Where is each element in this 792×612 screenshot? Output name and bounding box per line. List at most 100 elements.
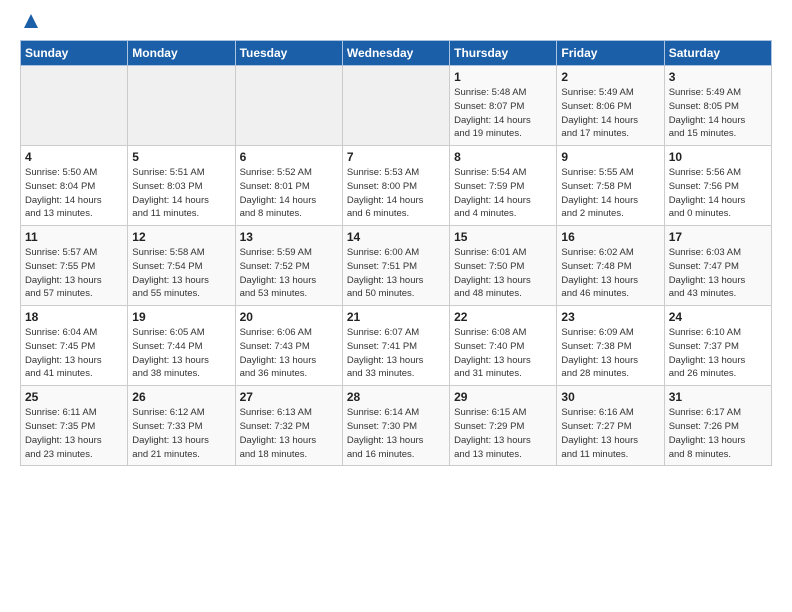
day-info: Sunrise: 6:01 AM Sunset: 7:50 PM Dayligh… bbox=[454, 246, 552, 301]
day-info: Sunrise: 5:58 AM Sunset: 7:54 PM Dayligh… bbox=[132, 246, 230, 301]
day-number: 15 bbox=[454, 230, 552, 244]
day-number: 27 bbox=[240, 390, 338, 404]
calendar-table: SundayMondayTuesdayWednesdayThursdayFrid… bbox=[20, 40, 772, 466]
calendar-cell bbox=[128, 66, 235, 146]
day-info: Sunrise: 6:17 AM Sunset: 7:26 PM Dayligh… bbox=[669, 406, 767, 461]
day-info: Sunrise: 5:53 AM Sunset: 8:00 PM Dayligh… bbox=[347, 166, 445, 221]
calendar-week-row: 11 Sunrise: 5:57 AM Sunset: 7:55 PM Dayli… bbox=[21, 226, 772, 306]
day-info: Sunrise: 6:13 AM Sunset: 7:32 PM Dayligh… bbox=[240, 406, 338, 461]
day-info: Sunrise: 6:05 AM Sunset: 7:44 PM Dayligh… bbox=[132, 326, 230, 381]
day-info: Sunrise: 6:14 AM Sunset: 7:30 PM Dayligh… bbox=[347, 406, 445, 461]
weekday-header: Thursday bbox=[450, 41, 557, 66]
day-info: Sunrise: 6:03 AM Sunset: 7:47 PM Dayligh… bbox=[669, 246, 767, 301]
calendar-header: SundayMondayTuesdayWednesdayThursdayFrid… bbox=[21, 41, 772, 66]
day-number: 1 bbox=[454, 70, 552, 84]
calendar-week-row: 18 Sunrise: 6:04 AM Sunset: 7:45 PM Dayli… bbox=[21, 306, 772, 386]
day-info: Sunrise: 6:07 AM Sunset: 7:41 PM Dayligh… bbox=[347, 326, 445, 381]
day-info: Sunrise: 5:56 AM Sunset: 7:56 PM Dayligh… bbox=[669, 166, 767, 221]
calendar-cell: 25 Sunrise: 6:11 AM Sunset: 7:35 PM Dayli… bbox=[21, 386, 128, 466]
calendar-cell: 16Sunrise: 6:02 AM Sunset: 7:48 PM Dayli… bbox=[557, 226, 664, 306]
calendar-cell: 12 Sunrise: 5:58 AM Sunset: 7:54 PM Dayli… bbox=[128, 226, 235, 306]
day-number: 21 bbox=[347, 310, 445, 324]
day-number: 14 bbox=[347, 230, 445, 244]
day-info: Sunrise: 6:15 AM Sunset: 7:29 PM Dayligh… bbox=[454, 406, 552, 461]
calendar-cell: 2 Sunrise: 5:49 AM Sunset: 8:06 PM Daylig… bbox=[557, 66, 664, 146]
day-number: 10 bbox=[669, 150, 767, 164]
day-number: 25 bbox=[25, 390, 123, 404]
weekday-header: Sunday bbox=[21, 41, 128, 66]
day-number: 26 bbox=[132, 390, 230, 404]
calendar-cell bbox=[21, 66, 128, 146]
day-info: Sunrise: 5:59 AM Sunset: 7:52 PM Dayligh… bbox=[240, 246, 338, 301]
calendar-cell: 5Sunrise: 5:51 AM Sunset: 8:03 PM Daylig… bbox=[128, 146, 235, 226]
weekday-row: SundayMondayTuesdayWednesdayThursdayFrid… bbox=[21, 41, 772, 66]
day-info: Sunrise: 5:57 AM Sunset: 7:55 PM Dayligh… bbox=[25, 246, 123, 301]
calendar-cell: 17 Sunrise: 6:03 AM Sunset: 7:47 PM Dayli… bbox=[664, 226, 771, 306]
day-info: Sunrise: 5:52 AM Sunset: 8:01 PM Dayligh… bbox=[240, 166, 338, 221]
calendar-cell: 15 Sunrise: 6:01 AM Sunset: 7:50 PM Dayli… bbox=[450, 226, 557, 306]
page: SundayMondayTuesdayWednesdayThursdayFrid… bbox=[0, 0, 792, 476]
day-number: 6 bbox=[240, 150, 338, 164]
calendar-cell bbox=[235, 66, 342, 146]
day-info: Sunrise: 6:16 AM Sunset: 7:27 PM Dayligh… bbox=[561, 406, 659, 461]
calendar-cell: 31 Sunrise: 6:17 AM Sunset: 7:26 PM Dayli… bbox=[664, 386, 771, 466]
calendar-week-row: 1 Sunrise: 5:48 AM Sunset: 8:07 PM Daylig… bbox=[21, 66, 772, 146]
logo-icon bbox=[22, 12, 40, 30]
day-info: Sunrise: 6:06 AM Sunset: 7:43 PM Dayligh… bbox=[240, 326, 338, 381]
day-number: 8 bbox=[454, 150, 552, 164]
day-info: Sunrise: 6:11 AM Sunset: 7:35 PM Dayligh… bbox=[25, 406, 123, 461]
day-info: Sunrise: 6:04 AM Sunset: 7:45 PM Dayligh… bbox=[25, 326, 123, 381]
calendar-cell: 13 Sunrise: 5:59 AM Sunset: 7:52 PM Dayli… bbox=[235, 226, 342, 306]
day-number: 18 bbox=[25, 310, 123, 324]
day-info: Sunrise: 6:12 AM Sunset: 7:33 PM Dayligh… bbox=[132, 406, 230, 461]
day-number: 22 bbox=[454, 310, 552, 324]
calendar-cell: 6 Sunrise: 5:52 AM Sunset: 8:01 PM Daylig… bbox=[235, 146, 342, 226]
day-info: Sunrise: 6:10 AM Sunset: 7:37 PM Dayligh… bbox=[669, 326, 767, 381]
day-number: 28 bbox=[347, 390, 445, 404]
weekday-header: Saturday bbox=[664, 41, 771, 66]
day-info: Sunrise: 5:54 AM Sunset: 7:59 PM Dayligh… bbox=[454, 166, 552, 221]
calendar-cell: 9 Sunrise: 5:55 AM Sunset: 7:58 PM Daylig… bbox=[557, 146, 664, 226]
calendar-cell bbox=[342, 66, 449, 146]
calendar-cell: 20 Sunrise: 6:06 AM Sunset: 7:43 PM Dayli… bbox=[235, 306, 342, 386]
day-info: Sunrise: 5:49 AM Sunset: 8:06 PM Dayligh… bbox=[561, 86, 659, 141]
day-number: 13 bbox=[240, 230, 338, 244]
calendar-week-row: 25 Sunrise: 6:11 AM Sunset: 7:35 PM Dayli… bbox=[21, 386, 772, 466]
weekday-header: Tuesday bbox=[235, 41, 342, 66]
calendar-cell: 22 Sunrise: 6:08 AM Sunset: 7:40 PM Dayli… bbox=[450, 306, 557, 386]
day-info: Sunrise: 6:09 AM Sunset: 7:38 PM Dayligh… bbox=[561, 326, 659, 381]
calendar-body: 1 Sunrise: 5:48 AM Sunset: 8:07 PM Daylig… bbox=[21, 66, 772, 466]
calendar-cell: 30Sunrise: 6:16 AM Sunset: 7:27 PM Dayli… bbox=[557, 386, 664, 466]
weekday-header: Wednesday bbox=[342, 41, 449, 66]
day-number: 9 bbox=[561, 150, 659, 164]
weekday-header: Monday bbox=[128, 41, 235, 66]
day-info: Sunrise: 6:08 AM Sunset: 7:40 PM Dayligh… bbox=[454, 326, 552, 381]
day-number: 4 bbox=[25, 150, 123, 164]
day-info: Sunrise: 5:48 AM Sunset: 8:07 PM Dayligh… bbox=[454, 86, 552, 141]
calendar-cell: 3Sunrise: 5:49 AM Sunset: 8:05 PM Daylig… bbox=[664, 66, 771, 146]
calendar-cell: 23 Sunrise: 6:09 AM Sunset: 7:38 PM Dayli… bbox=[557, 306, 664, 386]
day-number: 23 bbox=[561, 310, 659, 324]
calendar-cell: 7Sunrise: 5:53 AM Sunset: 8:00 PM Daylig… bbox=[342, 146, 449, 226]
day-number: 19 bbox=[132, 310, 230, 324]
day-number: 2 bbox=[561, 70, 659, 84]
day-number: 31 bbox=[669, 390, 767, 404]
day-number: 17 bbox=[669, 230, 767, 244]
weekday-header: Friday bbox=[557, 41, 664, 66]
calendar-week-row: 4Sunrise: 5:50 AM Sunset: 8:04 PM Daylig… bbox=[21, 146, 772, 226]
day-number: 11 bbox=[25, 230, 123, 244]
calendar-cell: 21 Sunrise: 6:07 AM Sunset: 7:41 PM Dayli… bbox=[342, 306, 449, 386]
calendar-cell: 10 Sunrise: 5:56 AM Sunset: 7:56 PM Dayli… bbox=[664, 146, 771, 226]
day-info: Sunrise: 5:55 AM Sunset: 7:58 PM Dayligh… bbox=[561, 166, 659, 221]
day-info: Sunrise: 6:00 AM Sunset: 7:51 PM Dayligh… bbox=[347, 246, 445, 301]
day-info: Sunrise: 5:51 AM Sunset: 8:03 PM Dayligh… bbox=[132, 166, 230, 221]
logo bbox=[20, 16, 40, 30]
calendar-cell: 14 Sunrise: 6:00 AM Sunset: 7:51 PM Dayli… bbox=[342, 226, 449, 306]
calendar-cell: 19 Sunrise: 6:05 AM Sunset: 7:44 PM Dayli… bbox=[128, 306, 235, 386]
calendar-cell: 24Sunrise: 6:10 AM Sunset: 7:37 PM Dayli… bbox=[664, 306, 771, 386]
day-number: 29 bbox=[454, 390, 552, 404]
day-number: 20 bbox=[240, 310, 338, 324]
calendar-cell: 28 Sunrise: 6:14 AM Sunset: 7:30 PM Dayli… bbox=[342, 386, 449, 466]
day-number: 12 bbox=[132, 230, 230, 244]
day-number: 3 bbox=[669, 70, 767, 84]
